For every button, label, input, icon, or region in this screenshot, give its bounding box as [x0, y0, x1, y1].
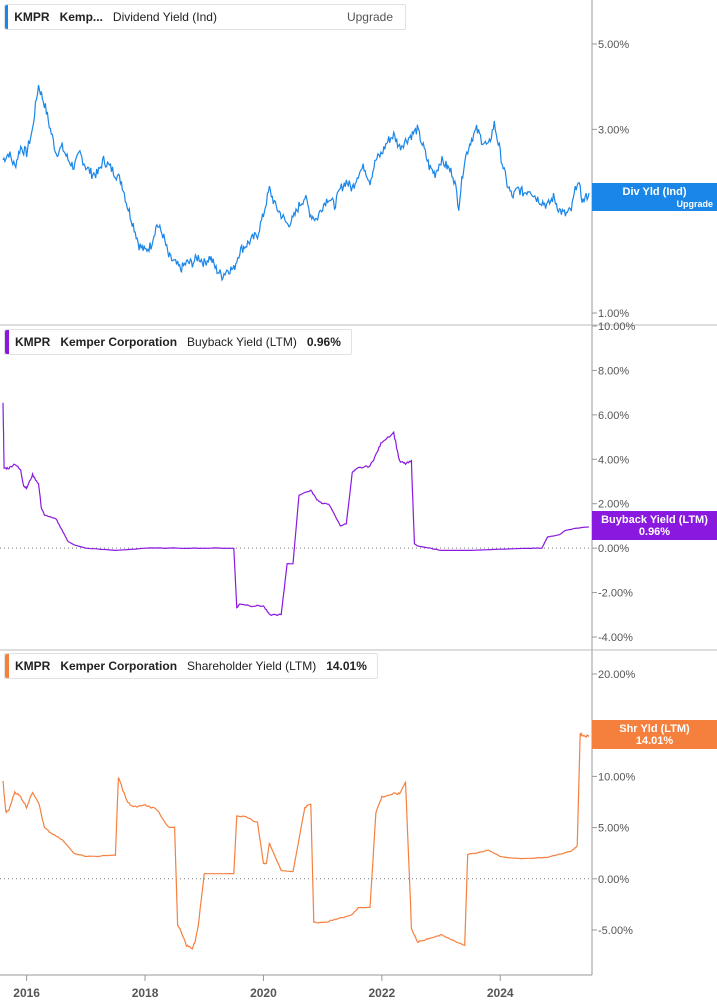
x-tick-label: 2020	[250, 986, 277, 1000]
series-line	[2, 84, 590, 282]
y-tick-label: 5.00%	[598, 823, 629, 835]
legend-ticker: KMPR	[14, 10, 50, 24]
y-tick-label: 2.00%	[598, 499, 629, 511]
badge-buyback-yield: Buyback Yield (LTM) 0.96%	[592, 511, 717, 540]
badge-shareholder-yield: Shr Yld (LTM) 14.01%	[592, 720, 717, 749]
badge-label: Div Yld (Ind)	[622, 186, 687, 198]
series-line	[2, 731, 590, 950]
badge-dividend-yield: Div Yld (Ind) Upgrade	[592, 183, 717, 211]
y-tick-label: 4.00%	[598, 454, 629, 466]
y-tick-label: 5.00%	[598, 39, 629, 51]
legend-ticker: KMPR	[15, 659, 51, 673]
upgrade-link[interactable]: Upgrade	[347, 10, 393, 24]
y-tick-label: 0.00%	[598, 543, 629, 555]
y-tick-label: 3.00%	[598, 124, 629, 136]
legend-metric: Dividend Yield (Ind)	[112, 10, 217, 24]
legend-company: Kemp...	[59, 10, 103, 24]
badge-label: Shr Yld (LTM)	[619, 723, 690, 735]
x-tick-label: 2024	[487, 986, 514, 1000]
y-tick-label: 1.00%	[598, 308, 629, 320]
series-color-swatch	[5, 330, 9, 354]
badge-value: 14.01%	[635, 735, 674, 747]
legend-company: Kemper Corporation	[60, 659, 178, 673]
y-tick-label: 8.00%	[598, 365, 629, 377]
y-tick-label: -5.00%	[598, 925, 633, 937]
x-tick-label: 2018	[132, 986, 159, 1000]
legend-dividend-yield[interactable]: KMPR Kemp... Dividend Yield (Ind) Upgrad…	[4, 4, 406, 30]
x-tick-label: 2016	[13, 986, 40, 1000]
x-tick-label: 2022	[368, 986, 395, 1000]
y-tick-label: 0.00%	[598, 874, 629, 886]
legend-buyback-yield[interactable]: KMPR Kemper Corporation Buyback Yield (L…	[4, 329, 352, 355]
series-color-swatch	[5, 654, 9, 678]
y-tick-label: -2.00%	[598, 588, 633, 600]
legend-metric: Shareholder Yield (LTM)	[187, 659, 317, 673]
legend-company: Kemper Corporation	[60, 335, 178, 349]
chart-canvas: 2016 2018 2020 2022 2024 5.00% 3.00% 2.00% 1.00%…	[0, 0, 717, 1000]
legend-metric: Buyback Yield (LTM)	[187, 335, 297, 349]
y-tick-label: 6.00%	[598, 410, 629, 422]
legend-value: 14.01%	[326, 659, 367, 673]
series-color-swatch	[5, 5, 9, 29]
y-tick-label: -4.00%	[598, 632, 633, 644]
series-line	[2, 402, 590, 617]
badge-upgrade[interactable]: Upgrade	[596, 198, 713, 210]
badge-value: 0.96%	[638, 526, 671, 538]
y-tick-label: 10.00%	[598, 771, 636, 783]
y-tick-label: 10.00%	[598, 321, 636, 333]
badge-label: Buyback Yield (LTM)	[601, 514, 708, 526]
legend-ticker: KMPR	[15, 335, 51, 349]
legend-shareholder-yield[interactable]: KMPR Kemper Corporation Shareholder Yiel…	[4, 653, 378, 679]
y-tick-label: 20.00%	[598, 669, 636, 681]
legend-value: 0.96%	[306, 335, 341, 349]
